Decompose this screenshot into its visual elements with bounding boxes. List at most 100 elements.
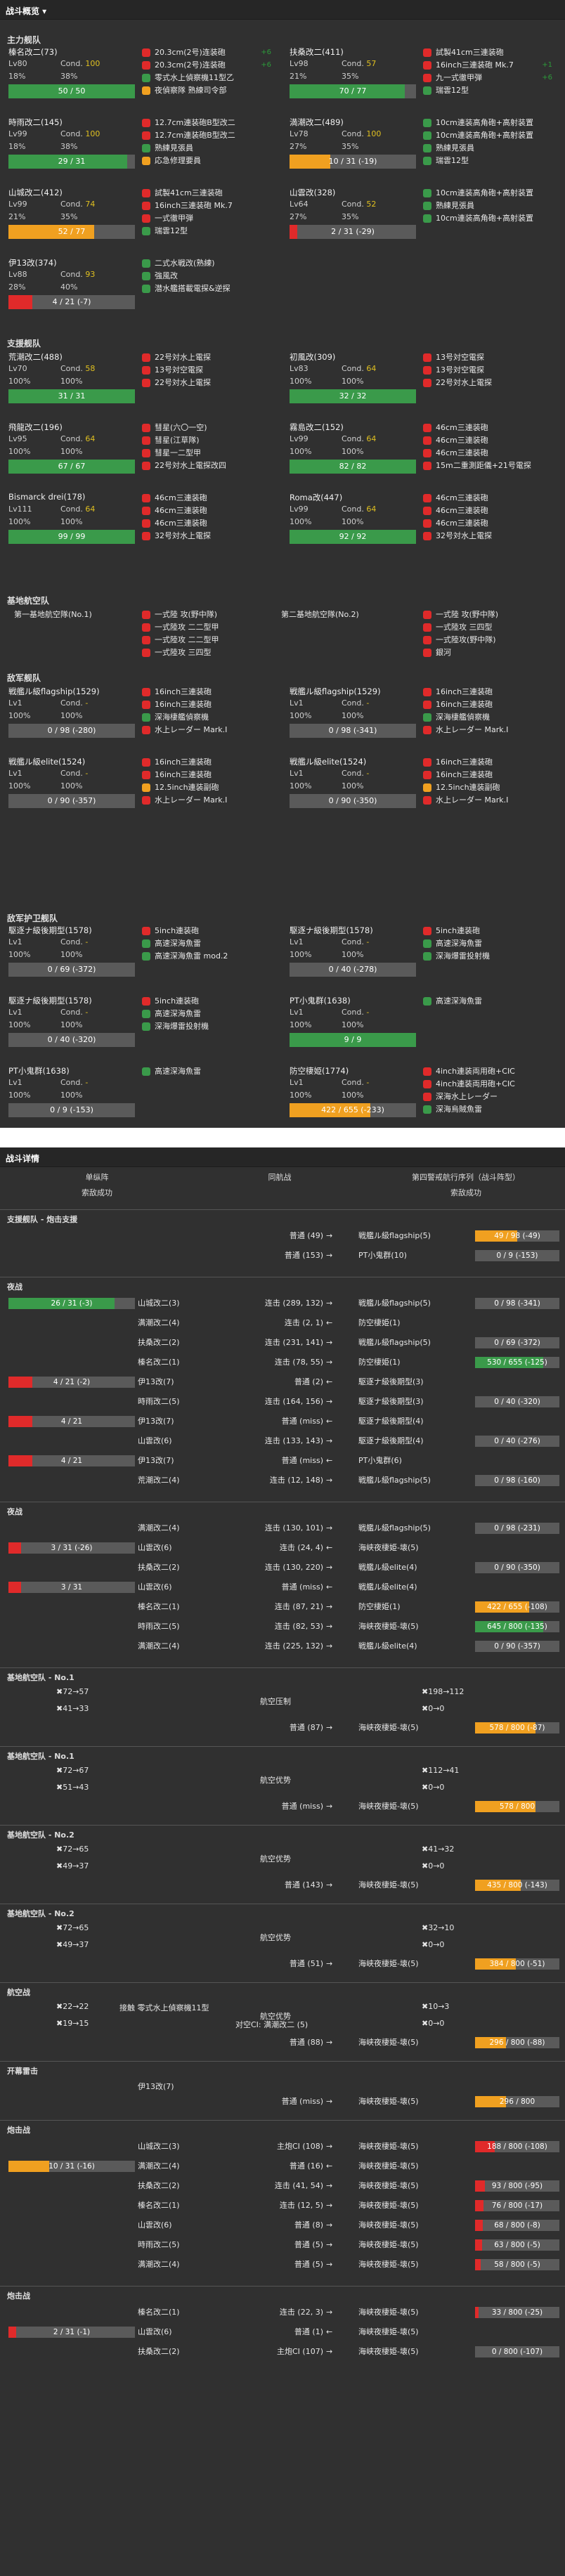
ship-card[interactable]: 戦艦ル級flagship(1529) Lv1 Cond. -100% 100% 0 / … xyxy=(281,686,555,749)
ship-card[interactable]: 榛名改二(73) Lv80 Cond. 100 18% 38% 50 / 50 20.3cm… xyxy=(0,46,274,110)
ship-card[interactable]: 伊13改(374) Lv88 Cond. 93 28% 40% 4 / 21 (-7) 二式… xyxy=(0,257,274,320)
equipment-item[interactable]: 13号対空電探 xyxy=(422,351,555,364)
equipment-item[interactable]: 熟練見張員 xyxy=(422,200,555,212)
overview-header[interactable]: 战斗概览 ▾ xyxy=(0,0,565,20)
equipment-item[interactable]: 16inch三連装砲 Mk.7 xyxy=(141,200,274,212)
equipment-item[interactable]: 水上レーダー Mark.I xyxy=(141,794,274,807)
equipment-item[interactable]: 12.7cm連装砲B型改二 xyxy=(141,117,274,129)
equipment-item[interactable]: 16inch三連装砲 xyxy=(422,769,555,781)
equipment-item[interactable]: 22号対水上電探 xyxy=(141,377,274,389)
equipment-item[interactable]: 彗星(六〇一空) xyxy=(141,422,274,434)
equipment-item[interactable]: 水上レーダー Mark.I xyxy=(422,794,555,807)
ship-card[interactable]: 駆逐ナ級後期型(1578) Lv1 Cond. -100% 100% 0 / 69 (-… xyxy=(0,925,274,988)
equipment-item[interactable]: 12.7cm連装砲B型改二 xyxy=(141,129,274,142)
ship-card[interactable]: Roma改(447) Lv99 Cond. 64 100% 100% 92 / 92 46c… xyxy=(281,492,555,555)
equipment-item[interactable]: 試製41cm三連装砲 xyxy=(141,187,274,200)
equipment-item[interactable]: 16inch三連装砲 xyxy=(422,686,555,698)
equipment-item[interactable]: 16inch三連装砲 xyxy=(422,756,555,769)
equipment-item[interactable]: 5inch連装砲 xyxy=(141,925,274,937)
equipment-item[interactable]: 応急修理要員 xyxy=(141,155,274,167)
equipment-item[interactable]: 高速深海魚雷 mod.2 xyxy=(141,950,274,963)
equipment-item[interactable]: 46cm三連装砲 xyxy=(422,447,555,460)
equipment-item[interactable]: 46cm三連装砲 xyxy=(422,517,555,530)
equipment-item[interactable]: 46cm三連装砲 xyxy=(141,517,274,530)
ship-card[interactable]: 飛龍改二(196) Lv95 Cond. 64 100% 100% 67 / 67 彗星(六… xyxy=(0,422,274,485)
ship-card[interactable]: 満潮改二(489) Lv78 Cond. 100 27% 35% 10 / 31 (-19… xyxy=(281,117,555,180)
equipment-item[interactable]: 16inch三連装砲 xyxy=(141,698,274,711)
equipment-item[interactable]: 20.3cm(2号)连装砲 +6 xyxy=(141,46,274,59)
base-air-equipment-item[interactable]: 一式陸 攻(野中隊) xyxy=(141,609,274,621)
equipment-item[interactable]: 瑞雲12型 xyxy=(422,84,555,97)
base-air-equipment-item[interactable]: 一式陸攻 二二型甲 xyxy=(141,621,274,634)
equipment-item[interactable]: 32号対水上電探 xyxy=(422,530,555,542)
equipment-item[interactable]: 零式水上偵察機11型乙 xyxy=(141,72,274,84)
ship-card[interactable]: 駆逐ナ級後期型(1578) Lv1 Cond. -100% 100% 0 / 40 (-… xyxy=(0,995,274,1058)
equipment-item[interactable]: 46cm三連装砲 xyxy=(141,492,274,505)
equipment-item[interactable]: 46cm三連装砲 xyxy=(422,434,555,447)
equipment-item[interactable]: 高速深海魚雷 xyxy=(141,937,274,950)
equipment-item[interactable]: 高速深海魚雷 xyxy=(141,1065,274,1078)
ship-card[interactable]: PT小鬼群(1638) Lv1 Cond. -100% 100% 9 / 9 高速深海魚雷 xyxy=(281,995,555,1058)
equipment-item[interactable]: 水上レーダー Mark.I xyxy=(422,724,555,736)
equipment-item[interactable]: 強風改 xyxy=(141,270,274,282)
equipment-item[interactable]: 深海棲艦偵察機 xyxy=(422,711,555,724)
battle-header[interactable]: 战斗详情 xyxy=(0,1147,565,1167)
equipment-item[interactable]: 13号対空電探 xyxy=(422,364,555,377)
ship-card[interactable]: 戦艦ル級elite(1524) Lv1 Cond. -100% 100% 0 / 90 … xyxy=(0,756,274,819)
equipment-item[interactable]: 46cm三連装砲 xyxy=(141,505,274,517)
equipment-item[interactable]: 46cm三連装砲 xyxy=(422,422,555,434)
ship-card[interactable]: 扶桑改二(411) Lv98 Cond. 57 21% 35% 70 / 77 試製41cm… xyxy=(281,46,555,110)
equipment-item[interactable]: 22号対水上電探 xyxy=(422,377,555,389)
equipment-item[interactable]: 16inch三連装砲 xyxy=(141,756,274,769)
equipment-item[interactable]: 二式水戦改(熟練) xyxy=(141,257,274,270)
equipment-item[interactable]: 4inch連装両用砲+CIC xyxy=(422,1065,555,1078)
ship-card[interactable]: 戦艦ル級flagship(1529) Lv1 Cond. -100% 100% 0 / … xyxy=(0,686,274,749)
equipment-item[interactable]: 10cm連装高角砲+高射装置 xyxy=(422,212,555,225)
equipment-item[interactable]: 九一式徹甲弾 +6 xyxy=(422,72,555,84)
ship-card[interactable]: 初風改(309) Lv83 Cond. 64 100% 100% 32 / 32 13号対空… xyxy=(281,351,555,415)
ship-card[interactable]: 霧島改二(152) Lv99 Cond. 64 100% 100% 82 / 82 46cm… xyxy=(281,422,555,485)
ship-card[interactable]: 山雲改(328) Lv64 Cond. 52 27% 35% 2 / 31 (-29) 10… xyxy=(281,187,555,250)
equipment-item[interactable]: 潜水艦搭載電探&逆探 xyxy=(141,282,274,295)
equipment-item[interactable]: 5inch連装砲 xyxy=(141,995,274,1008)
base-air-equipment-item[interactable]: 一式陸攻(野中隊) xyxy=(422,634,555,646)
equipment-item[interactable]: 32号対水上電探 xyxy=(141,530,274,542)
equipment-item[interactable]: 瑞雲12型 xyxy=(422,155,555,167)
equipment-item[interactable]: 20.3cm(2号)连装砲 +6 xyxy=(141,59,274,72)
equipment-item[interactable]: 15m二重測距儀+21号電探 xyxy=(422,460,555,472)
equipment-item[interactable]: 12.5inch連装副砲 xyxy=(422,781,555,794)
equipment-item[interactable]: 46cm三連装砲 xyxy=(422,492,555,505)
equipment-item[interactable]: 5inch連装砲 xyxy=(422,925,555,937)
equipment-item[interactable]: 高速深海魚雷 xyxy=(141,1008,274,1020)
equipment-item[interactable]: 22号対水上電探 xyxy=(141,351,274,364)
equipment-item[interactable]: 彗星一二型甲 xyxy=(141,447,274,460)
equipment-item[interactable]: 高速深海魚雷 xyxy=(422,995,555,1008)
base-air-equipment-item[interactable]: 一式陸攻 二二型甲 xyxy=(141,634,274,646)
ship-card[interactable]: Bismarck drei(178) Lv111 Cond. 64 100% 100% 9… xyxy=(0,492,274,555)
ship-card[interactable]: 荒潮改二(488) Lv70 Cond. 58 100% 100% 31 / 31 22号対… xyxy=(0,351,274,415)
ship-card[interactable]: 戦艦ル級elite(1524) Lv1 Cond. -100% 100% 0 / 90 … xyxy=(281,756,555,819)
equipment-item[interactable]: 12.5inch連装副砲 xyxy=(141,781,274,794)
equipment-item[interactable]: 10cm連装高角砲+高射装置 xyxy=(422,117,555,129)
equipment-item[interactable]: 試製41cm三連装砲 xyxy=(422,46,555,59)
equipment-item[interactable]: 夜偵察隊 熟練司令部 xyxy=(141,84,274,97)
ship-card[interactable]: 駆逐ナ級後期型(1578) Lv1 Cond. -100% 100% 0 / 40 (-… xyxy=(281,925,555,988)
equipment-item[interactable]: 深海爆雷投射機 xyxy=(422,950,555,963)
equipment-item[interactable]: 瑞雲12型 xyxy=(141,225,274,238)
equipment-item[interactable]: 4inch連装両用砲+CIC xyxy=(422,1078,555,1091)
equipment-item[interactable]: 彗星(江草隊) xyxy=(141,434,274,447)
equipment-item[interactable]: 水上レーダー Mark.I xyxy=(141,724,274,736)
equipment-item[interactable]: 深海烏賊魚雷 xyxy=(422,1103,555,1116)
equipment-item[interactable]: 16inch三連装砲 Mk.7 +1 xyxy=(422,59,555,72)
equipment-item[interactable]: 16inch三連装砲 xyxy=(422,698,555,711)
base-air-equipment-item[interactable]: 一式陸攻 三四型 xyxy=(422,621,555,634)
equipment-item[interactable]: 16inch三連装砲 xyxy=(141,769,274,781)
equipment-item[interactable]: 16inch三連装砲 xyxy=(141,686,274,698)
equipment-item[interactable]: 熟練見張員 xyxy=(422,142,555,155)
equipment-item[interactable]: 10cm連装高角砲+高射装置 xyxy=(422,187,555,200)
equipment-item[interactable]: 高速深海魚雷 xyxy=(422,937,555,950)
base-air-equipment-item[interactable]: 一式陸 攻(野中隊) xyxy=(422,609,555,621)
equipment-item[interactable]: 深海水上レーダー xyxy=(422,1091,555,1103)
equipment-item[interactable]: 10cm連装高角砲+高射装置 xyxy=(422,129,555,142)
equipment-item[interactable]: 46cm三連装砲 xyxy=(422,505,555,517)
